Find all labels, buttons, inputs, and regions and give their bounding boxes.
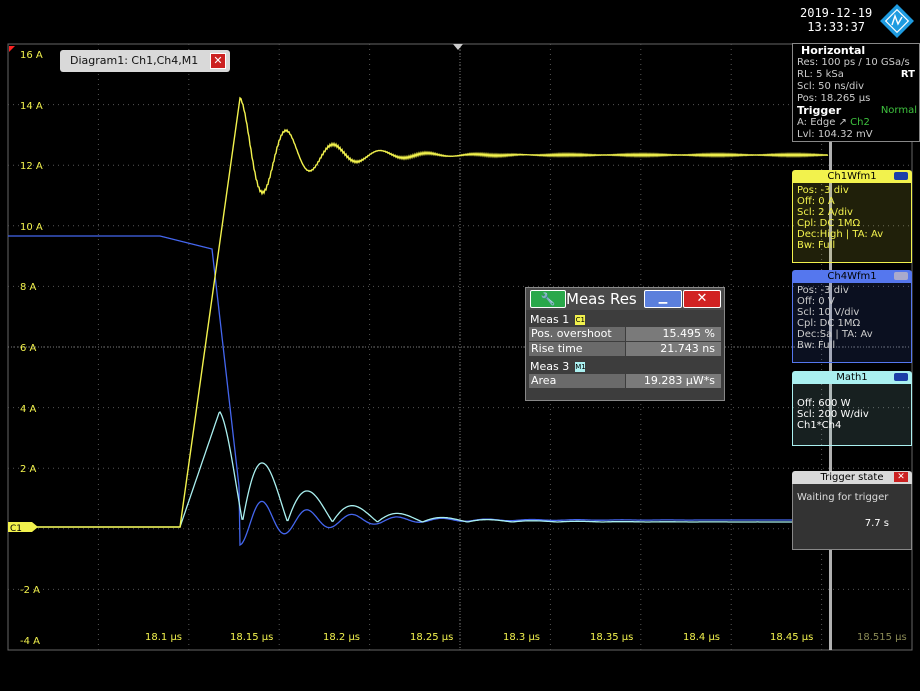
trigger-title: Trigger — [797, 104, 842, 117]
y-tick: 14 A — [20, 101, 43, 112]
ch1-line: Pos: -3 div — [797, 185, 849, 196]
trigger-position-marker — [453, 44, 463, 50]
trigger-source: Ch2 — [850, 117, 870, 128]
diagram-tab[interactable]: Diagram1: Ch1,Ch4,M1 ✕ — [60, 50, 230, 72]
x-tick: 18.3 µs — [503, 632, 540, 643]
math1-title: Math1 — [836, 372, 868, 383]
meas-results-dialog[interactable]: 🔧 Meas Res ▁ ✕ Meas 1 C1 Pos. overshoot 15… — [525, 287, 725, 401]
ch4-line: Pos: -3 div — [797, 285, 849, 296]
rt-badge: RT — [900, 69, 915, 80]
trigger-state-time: 7.7 s — [864, 518, 889, 529]
trigger-state-title: Trigger state — [820, 472, 884, 483]
math1-line: Ch1*Ch4 — [797, 420, 842, 431]
meas1-label: Meas 1 — [530, 313, 570, 326]
x-tick: 18.25 µs — [410, 632, 453, 643]
y-tick: 6 A — [20, 343, 37, 354]
ch1-line: Scl: 2 A/div — [797, 207, 853, 218]
ch1-line: Bw: Full — [797, 240, 836, 251]
y-tick: 10 A — [20, 222, 43, 233]
meas3-label: Meas 3 — [530, 360, 570, 373]
y-tick: 8 A — [20, 282, 37, 293]
trigger-state-panel[interactable]: Trigger state ✕ Waiting for trigger 7.7 s — [792, 471, 912, 550]
meas-row: Area 19.283 µW*s — [529, 374, 721, 388]
trigger-source-prefix: A: Edge ↗ — [797, 117, 847, 128]
horizontal-panel[interactable]: Horizontal Res: 100 ps / 10 GSa/s RL: 5 … — [792, 43, 920, 142]
ch1-ground-marker[interactable]: C1 — [8, 522, 38, 534]
x-tick: 18.515 µs — [857, 632, 907, 643]
x-tick: 18.1 µs — [145, 632, 182, 643]
waveform-diagram[interactable]: 16 A 14 A 12 A 10 A 8 A 6 A 4 A 2 A -2 A… — [0, 0, 920, 691]
waveform-math1 — [8, 410, 828, 528]
x-tick: 18.2 µs — [323, 632, 360, 643]
horizontal-scale: Scl: 50 ns/div — [797, 81, 865, 92]
meas-key: Pos. overshoot — [529, 327, 625, 341]
meas-value: 21.743 ns — [626, 342, 721, 356]
meas-value: 15.495 % — [626, 327, 721, 341]
wrench-icon[interactable]: 🔧 — [530, 290, 566, 308]
meas-minimize-button[interactable]: ▁ — [644, 290, 682, 308]
ch4-title: Ch4Wfm1 — [827, 271, 877, 282]
x-tick: 18.15 µs — [230, 632, 273, 643]
ch1-marker-label: C1 — [10, 524, 22, 534]
trigger-mode: Normal — [880, 105, 917, 116]
math1-minimize-icon[interactable] — [894, 373, 908, 381]
y-tick: 16 A — [20, 50, 43, 61]
x-axis-ticks: 18.1 µs 18.15 µs 18.2 µs 18.25 µs 18.3 µ… — [145, 632, 907, 643]
ch1-title: Ch1Wfm1 — [827, 171, 877, 182]
ch4-panel[interactable]: Ch4Wfm1 Pos: -3 div Off: 0 V Scl: 10 V/d… — [792, 270, 912, 363]
y-tick: 12 A — [20, 161, 43, 172]
x-tick: 18.35 µs — [590, 632, 633, 643]
math1-line: Scl: 200 W/div — [797, 409, 869, 420]
ch1-line: Off: 0 A — [797, 196, 835, 207]
math1-panel[interactable]: Math1 Off: 600 W Scl: 200 W/div Ch1*Ch4 — [792, 371, 912, 446]
trigger-section: Trigger Normal — [793, 105, 919, 117]
ch1-line: Cpl: DC 1MΩ — [797, 218, 861, 229]
x-tick: 18.4 µs — [683, 632, 720, 643]
meas-title: Meas Res — [566, 290, 637, 308]
y-axis-ticks: 16 A 14 A 12 A 10 A 8 A 6 A 4 A 2 A -2 A… — [20, 50, 43, 647]
trigger-state-close-button[interactable]: ✕ — [894, 472, 908, 482]
trigger-state-status: Waiting for trigger — [797, 492, 889, 503]
math1-line: Off: 600 W — [797, 398, 851, 409]
meas-row: Rise time 21.743 ns — [529, 342, 721, 356]
y-tick: -4 A — [20, 636, 40, 647]
ch1-panel[interactable]: Ch1Wfm1 Pos: -3 div Off: 0 A Scl: 2 A/di… — [792, 170, 912, 263]
ch4-line: Off: 0 V — [797, 296, 835, 307]
ch4-line: Cpl: DC 1MΩ — [797, 318, 861, 329]
ch1-line: Dec:High | TA: Av — [797, 229, 884, 240]
diagram-tab-label: Diagram1: Ch1,Ch4,M1 — [70, 54, 199, 67]
meas-key: Area — [529, 374, 625, 388]
meas1-source-badge: C1 — [575, 315, 586, 325]
grid — [7, 43, 913, 651]
meas-close-button[interactable]: ✕ — [683, 290, 721, 308]
horizontal-rl: RL: 5 kSa — [797, 69, 844, 80]
trigger-level: Lvl: 104.32 mV — [797, 129, 873, 140]
meas-value: 19.283 µW*s — [626, 374, 721, 388]
meas-row: Pos. overshoot 15.495 % — [529, 327, 721, 341]
horizontal-title: Horizontal — [801, 44, 866, 57]
ch1-minimize-icon[interactable] — [894, 172, 908, 180]
y-tick: 2 A — [20, 464, 37, 475]
meas3-source-badge: M1 — [575, 362, 586, 372]
y-tick: -2 A — [20, 585, 40, 596]
ch4-line: Dec:Sa | TA: Av — [797, 329, 873, 340]
y-tick: 4 A — [20, 404, 37, 415]
horizontal-res: Res: 100 ps / 10 GSa/s — [797, 57, 910, 68]
meas-key: Rise time — [529, 342, 625, 356]
ch4-line: Bw: Full — [797, 340, 836, 351]
red-corner-marker — [9, 46, 15, 52]
diagram-close-button[interactable]: ✕ — [210, 53, 226, 69]
ch4-line: Scl: 10 V/div — [797, 307, 860, 318]
ch4-minimize-icon[interactable] — [894, 272, 908, 280]
x-tick: 18.45 µs — [770, 632, 813, 643]
